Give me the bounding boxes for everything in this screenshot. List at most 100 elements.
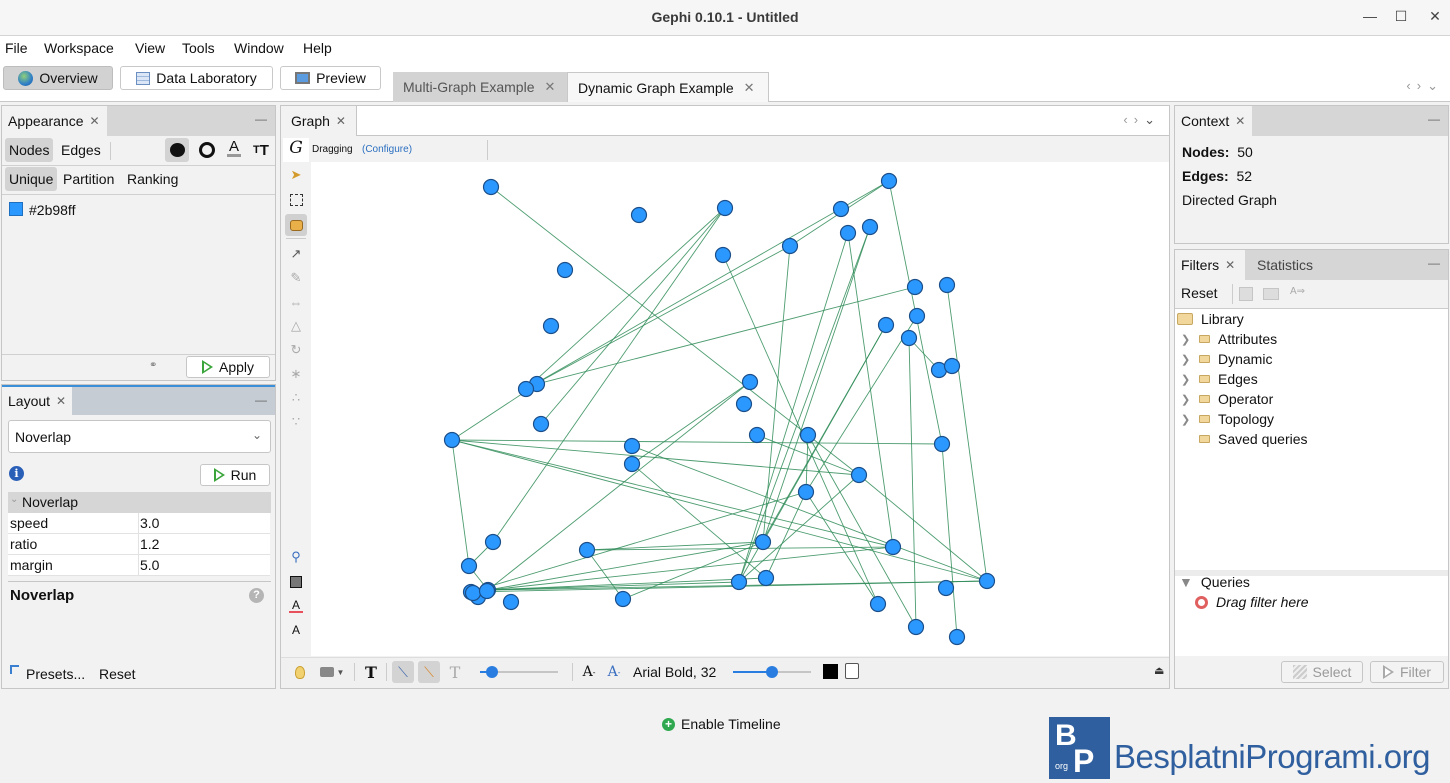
reset-button[interactable]: Reset [1181,285,1218,301]
graph-edge[interactable] [722,254,879,605]
graph-node[interactable] [908,307,926,325]
tab-context[interactable]: Context ✕ [1175,106,1252,136]
graph-node[interactable] [464,584,482,602]
size-icon[interactable] [195,138,219,162]
select-arrow-icon[interactable]: ➤ [286,165,306,185]
minimize-icon[interactable]: — [255,112,267,126]
graph-edge[interactable] [941,443,958,638]
link-icon[interactable]: ⚭ [149,360,157,371]
menu-file[interactable]: File [5,40,28,56]
graph-node[interactable] [517,380,535,398]
graph-node[interactable] [482,178,500,196]
painter-icon[interactable]: ✎ [286,268,306,288]
graph-node[interactable] [799,426,817,444]
graph-node[interactable] [948,628,966,646]
graph-edge[interactable] [805,315,918,493]
library-item-edges[interactable]: ❯ Edges [1181,371,1258,387]
property-row[interactable]: margin 5.0 [8,555,270,576]
tab-navigation[interactable]: ‹›⌄ [1406,78,1444,94]
graph-edge[interactable] [525,207,726,390]
enable-timeline-button[interactable]: + Enable Timeline [662,716,781,732]
edit-node-icon[interactable]: ↗ [286,244,306,264]
close-tab-icon[interactable]: ✕ [744,80,755,96]
chevron-right-icon[interactable]: ❯ [1181,373,1191,386]
graph-node[interactable] [623,437,641,455]
graph-edge[interactable] [492,207,726,543]
graph-tab-navigation[interactable]: ‹›⌄ [1123,112,1161,128]
partition-tab[interactable]: Partition [59,167,118,191]
graph-node[interactable] [748,426,766,444]
heat-map-icon[interactable]: ∵ [286,412,306,432]
tab-dynamic-graph-example[interactable]: Dynamic Graph Example ✕ [567,72,769,102]
brush-icon[interactable]: △ [286,316,306,336]
data-laboratory-button[interactable]: Data Laboratory [120,66,273,90]
graph-node[interactable] [797,483,815,501]
add-edge-icon[interactable]: ∗ [286,364,306,384]
graph-node[interactable] [478,582,496,600]
run-button[interactable]: Run [200,464,270,486]
graph-canvas[interactable] [311,162,1169,656]
apply-button[interactable]: Apply [186,356,270,378]
graph-node[interactable] [542,317,560,335]
library-node[interactable]: Library [1177,311,1244,327]
graph-edge[interactable] [451,439,943,445]
ranking-tab[interactable]: Ranking [123,167,182,191]
close-icon[interactable]: ✕ [56,394,66,408]
graph-node[interactable] [884,538,902,556]
maximize-icon[interactable]: ☐ [1391,8,1411,25]
graph-edge[interactable] [807,434,917,628]
minimize-icon[interactable]: — [1428,112,1440,126]
graph-edge[interactable] [487,577,767,591]
unique-tab[interactable]: Unique [5,167,58,191]
property-row[interactable]: ratio 1.2 [8,534,270,555]
show-edges-icon[interactable]: ⟍ [392,661,414,683]
tab-appearance[interactable]: Appearance ✕ [2,106,107,136]
menu-view[interactable]: View [135,40,165,56]
edge-scale-slider[interactable] [480,666,558,678]
chevron-right-icon[interactable]: › [1417,78,1427,93]
menu-help[interactable]: Help [303,40,332,56]
property-row[interactable]: speed 3.0 [8,513,270,534]
graph-node[interactable] [730,573,748,591]
nodes-tab[interactable]: Nodes [5,138,54,162]
graph-node[interactable] [937,579,955,597]
graph-node[interactable] [578,541,596,559]
graph-node[interactable] [460,557,478,575]
filter-button[interactable]: Filter [1370,661,1444,683]
graph-edge[interactable] [540,207,726,425]
graph-edge[interactable] [536,286,916,385]
library-item-attributes[interactable]: ❯ Attributes [1181,331,1277,347]
graph-edge[interactable] [762,226,871,543]
chevron-right-icon[interactable]: › [1134,112,1144,127]
close-icon[interactable]: ✕ [336,114,346,128]
graph-node[interactable] [754,533,772,551]
menu-workspace[interactable]: Workspace [44,40,114,56]
presets-button[interactable]: Presets... [26,666,85,682]
graph-node[interactable] [861,218,879,236]
graph-edge[interactable] [946,284,988,582]
library-item-topology[interactable]: ❯ Topology [1181,411,1274,427]
chevron-down-icon[interactable]: ⌄ [1144,112,1161,127]
add-node-icon[interactable]: ↻ [286,340,306,360]
graph-node[interactable] [484,533,502,551]
graph-edge[interactable] [631,381,751,465]
configure-link[interactable]: (Configure) [362,144,412,155]
graph-edge[interactable] [451,439,894,548]
graph-node[interactable] [735,395,753,413]
label-color-icon[interactable]: A [286,596,306,616]
chevron-down-icon[interactable]: ⌄ [1427,78,1444,93]
graph-node[interactable] [614,590,632,608]
graph-node[interactable] [623,455,641,473]
close-icon[interactable]: ✕ [90,114,100,128]
minimize-icon[interactable]: — [1428,256,1440,270]
chevron-right-icon[interactable]: ❯ [1181,353,1191,366]
property-value[interactable]: 5.0 [140,557,159,573]
screenshot-icon[interactable]: ▼ [318,661,346,683]
graph-edge[interactable] [631,463,767,579]
graph-node[interactable] [502,593,520,611]
edge-labels-icon[interactable]: T [446,661,464,683]
graph-node[interactable] [906,278,924,296]
chevron-right-icon[interactable]: ❯ [1181,393,1191,406]
chevron-left-icon[interactable]: ‹ [1123,112,1133,127]
tab-layout[interactable]: Layout ✕ [2,387,72,415]
